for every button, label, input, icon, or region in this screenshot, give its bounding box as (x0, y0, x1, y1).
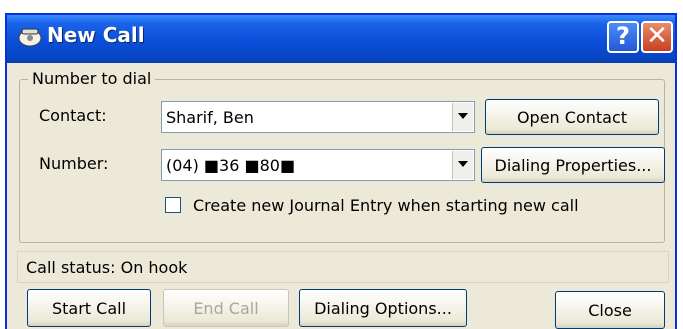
end-call-button: End Call (163, 289, 289, 327)
title-bar[interactable]: New Call ? ✕ (7, 15, 675, 63)
dialing-properties-button[interactable]: Dialing Properties... (481, 147, 665, 183)
number-dropdown-arrow-icon[interactable] (452, 151, 473, 179)
new-call-dialog: New Call ? ✕ Number to dial Contact: Sha… (5, 13, 677, 329)
close-window-button[interactable]: ✕ (641, 21, 673, 53)
help-button[interactable]: ? (607, 21, 639, 53)
contact-combobox[interactable]: Sharif, Ben (161, 101, 475, 133)
number-label: Number: (39, 154, 109, 173)
contact-label: Contact: (39, 106, 107, 125)
start-call-button[interactable]: Start Call (27, 289, 151, 327)
window-title: New Call (47, 23, 145, 47)
journal-entry-label[interactable]: Create new Journal Entry when starting n… (193, 196, 579, 215)
close-button[interactable]: Close (555, 291, 665, 329)
journal-entry-checkbox[interactable] (165, 197, 181, 213)
group-label: Number to dial (28, 69, 156, 88)
contact-dropdown-arrow-icon[interactable] (452, 103, 473, 131)
number-value: (04) ■36 ■80■ (166, 156, 296, 175)
open-contact-button[interactable]: Open Contact (485, 99, 659, 135)
dialing-options-button[interactable]: Dialing Options... (299, 289, 467, 327)
call-status-text: Call status: On hook (26, 258, 188, 277)
call-status-bar: Call status: On hook (17, 251, 669, 283)
phone-icon (18, 28, 42, 47)
number-combobox[interactable]: (04) ■36 ■80■ (161, 149, 475, 181)
contact-value: Sharif, Ben (166, 108, 254, 127)
